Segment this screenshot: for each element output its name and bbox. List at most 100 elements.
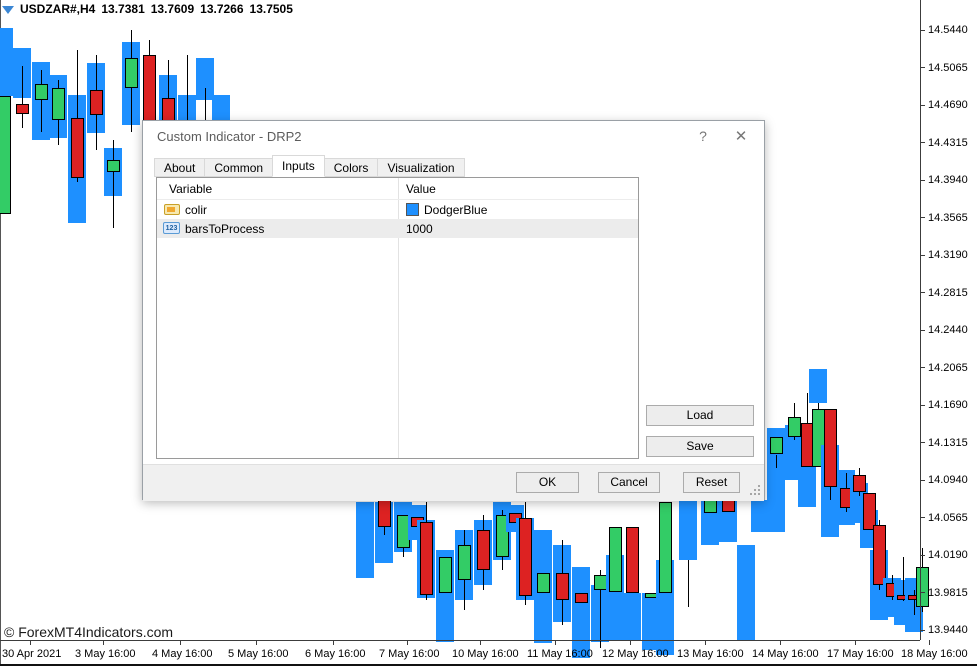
indicator-range-bar	[737, 545, 755, 640]
price-label: 14.2065	[928, 362, 968, 374]
inputs-table: Variable Value colir DodgerBlue 123 bars…	[156, 177, 639, 459]
candle-body-down	[71, 118, 84, 178]
table-row[interactable]: 123 barsToProcess 1000	[157, 219, 638, 238]
time-tick	[929, 640, 930, 645]
time-tick	[333, 640, 334, 645]
candle-body-down	[162, 98, 175, 122]
tab-visualization[interactable]: Visualization	[377, 158, 464, 177]
dialog-tab-strip: AboutCommonInputsColorsVisualization	[154, 155, 464, 177]
candle-body-up	[107, 160, 120, 172]
candle-body-down	[575, 593, 588, 603]
candle-wick	[830, 487, 831, 500]
candle-wick	[776, 455, 777, 468]
close-icon[interactable]: ✕	[732, 127, 750, 145]
variable-name: colir	[185, 203, 207, 217]
candle-body-up	[770, 437, 783, 454]
quote-close: 13.7505	[250, 2, 293, 16]
price-axis[interactable]	[920, 0, 921, 640]
table-row[interactable]: colir DodgerBlue	[157, 200, 638, 219]
time-label: 3 May 16:00	[75, 648, 136, 660]
indicator-range-bar	[809, 369, 827, 403]
ok-button[interactable]: OK	[516, 472, 579, 493]
candle-wick	[807, 393, 808, 423]
candle-body-up	[659, 502, 672, 593]
tab-inputs[interactable]: Inputs	[272, 155, 325, 177]
numeric-123-icon: 123	[163, 222, 180, 234]
price-label: 13.9440	[928, 624, 968, 636]
time-tick	[855, 640, 856, 645]
load-button[interactable]: Load	[646, 405, 754, 426]
cancel-button[interactable]: Cancel	[598, 472, 660, 493]
tab-about[interactable]: About	[154, 158, 205, 177]
time-axis[interactable]	[0, 640, 920, 641]
resize-grip-icon[interactable]	[750, 485, 760, 495]
reset-button[interactable]: Reset	[683, 472, 740, 493]
time-label: 6 May 16:00	[305, 648, 366, 660]
quote-open: 13.7381	[101, 2, 144, 16]
variable-value[interactable]: DodgerBlue	[424, 203, 487, 217]
indicator-range-bar	[0, 28, 13, 96]
candle-wick	[914, 590, 915, 615]
price-tick	[920, 180, 925, 181]
time-tick	[780, 640, 781, 645]
tab-common[interactable]: Common	[204, 158, 273, 177]
candle-body-down	[873, 525, 886, 585]
indicator-range-bar	[212, 95, 230, 122]
indicator-range-bar	[679, 500, 697, 560]
time-label: 11 May 16:00	[527, 648, 593, 660]
dialog-button-strip	[143, 464, 764, 501]
price-tick	[920, 217, 925, 218]
candle-body-down	[420, 522, 433, 595]
candle-wick	[41, 70, 42, 132]
price-tick	[920, 405, 925, 406]
time-label: 17 May 16:00	[827, 648, 894, 660]
help-icon[interactable]: ?	[694, 128, 712, 146]
candle-wick	[113, 140, 114, 228]
candle-body-down	[477, 530, 490, 570]
price-tick	[920, 30, 925, 31]
candle-body-down	[519, 518, 532, 596]
candle-body-up	[35, 84, 48, 100]
price-tick	[920, 292, 925, 293]
time-tick	[256, 640, 257, 645]
time-label: 12 May 16:00	[602, 648, 669, 660]
save-button[interactable]: Save	[646, 436, 754, 457]
variable-value[interactable]: 1000	[406, 222, 433, 236]
price-label: 14.2440	[928, 324, 968, 336]
dialog-title-bar[interactable]: Custom Indicator - DRP2 ? ✕	[143, 121, 764, 151]
indicator-range-bar	[356, 502, 374, 578]
price-label: 14.0940	[928, 474, 968, 486]
time-label: 14 May 16:00	[752, 648, 819, 660]
time-tick	[630, 640, 631, 645]
candle-body-up	[0, 96, 11, 214]
candle-body-down	[16, 104, 29, 114]
color-swatch-icon	[164, 204, 180, 215]
time-label: 7 May 16:00	[379, 648, 440, 660]
quote-bar: USDZAR#,H413.738113.760913.726613.7505	[2, 2, 299, 18]
candle-body-up	[125, 58, 138, 88]
price-label: 14.3565	[928, 212, 968, 224]
price-tick	[920, 105, 925, 106]
dodgerblue-swatch	[406, 203, 419, 216]
candle-body-up	[704, 500, 717, 513]
price-tick	[920, 480, 925, 481]
candle-body-down	[853, 475, 866, 492]
candle-wick	[403, 548, 404, 557]
quote-low: 13.7266	[200, 2, 243, 16]
column-header-value: Value	[406, 182, 436, 196]
price-label: 14.3190	[928, 249, 968, 261]
time-label: 5 May 16:00	[228, 648, 289, 660]
candle-body-up	[439, 557, 452, 593]
time-tick	[555, 640, 556, 645]
price-tick	[920, 442, 925, 443]
price-label: 14.0190	[928, 549, 968, 561]
candle-body-down	[626, 527, 639, 593]
price-tick	[920, 555, 925, 556]
symbol-dropdown-icon[interactable]	[2, 6, 14, 14]
quote-symbol: USDZAR#,H4	[20, 2, 95, 16]
indicator-range-bar	[572, 567, 590, 658]
price-tick	[920, 330, 925, 331]
indicator-range-bar	[623, 593, 641, 640]
price-tick	[920, 367, 925, 368]
tab-colors[interactable]: Colors	[324, 158, 379, 177]
